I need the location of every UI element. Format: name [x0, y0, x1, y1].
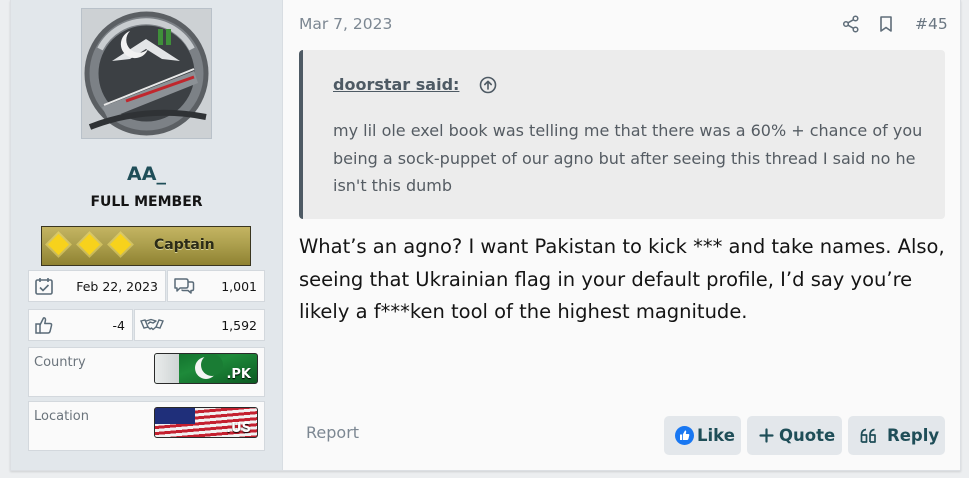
- handshake-icon: [140, 315, 164, 335]
- quote-block: doorstar said: my lil ole exel book was …: [299, 50, 945, 219]
- post-date[interactable]: Mar 7, 2023: [299, 15, 392, 33]
- pakistan-flag-icon: .PK: [154, 353, 258, 384]
- usa-flag-icon: .US: [154, 407, 258, 438]
- joined-date: Feb 22, 2023: [76, 279, 158, 294]
- report-link[interactable]: Report: [306, 423, 359, 442]
- user-title: FULL MEMBER: [90, 194, 203, 210]
- quote-author[interactable]: doorstar said:: [333, 75, 459, 94]
- like-button[interactable]: Like: [664, 416, 741, 455]
- rank-diamond-icon: [109, 233, 132, 256]
- reply-label: Reply: [887, 426, 940, 445]
- country-label: Country: [34, 355, 86, 370]
- post-container: AA_ FULL MEMBER Captain Feb 22, 2023 1,0…: [10, 0, 961, 471]
- avatar-image: [82, 9, 211, 138]
- bookmark-icon[interactable]: [877, 15, 895, 33]
- username[interactable]: AA_: [11, 163, 282, 185]
- quote-text: my lil ole exel book was telling me that…: [333, 121, 923, 195]
- quote-reply-icon: [859, 426, 878, 445]
- points-count: 1,592: [221, 318, 257, 333]
- quote-button[interactable]: Quote: [747, 416, 842, 455]
- location-code: .US: [226, 421, 251, 436]
- user-avatar[interactable]: [81, 8, 212, 139]
- arrow-up-circle-icon[interactable]: [479, 76, 497, 94]
- quote-label: Quote: [779, 426, 836, 445]
- thumbs-up-icon: [34, 315, 54, 335]
- rank-diamond-icon: [78, 233, 101, 256]
- reply-button[interactable]: Reply: [848, 416, 945, 455]
- location-label: Location: [34, 409, 89, 424]
- messages-stat[interactable]: 1,001: [167, 270, 265, 302]
- post-number[interactable]: #45: [915, 15, 948, 33]
- rank-diamond-icon: [47, 233, 70, 256]
- like-icon: [675, 426, 694, 445]
- comments-icon: [173, 276, 195, 296]
- points-stat[interactable]: 1,592: [134, 309, 265, 341]
- reaction-score-stat[interactable]: -4: [28, 309, 133, 341]
- country-field: Country .PK: [28, 347, 265, 397]
- country-code: .PK: [226, 367, 251, 382]
- rank-banner: Captain: [41, 226, 251, 266]
- user-info-column: AA_ FULL MEMBER Captain Feb 22, 2023 1,0…: [11, 0, 283, 470]
- messages-count: 1,001: [221, 279, 257, 294]
- reaction-score: -4: [112, 318, 125, 333]
- like-label: Like: [697, 426, 735, 445]
- plus-icon: [757, 426, 776, 445]
- calendar-check-icon: [34, 276, 54, 296]
- rank-label: Captain: [154, 237, 215, 253]
- share-icon[interactable]: [842, 15, 860, 33]
- joined-stat: Feb 22, 2023: [28, 270, 166, 302]
- post-body: What’s an agno? I want Pakistan to kick …: [299, 235, 945, 323]
- location-field: Location .US: [28, 401, 265, 451]
